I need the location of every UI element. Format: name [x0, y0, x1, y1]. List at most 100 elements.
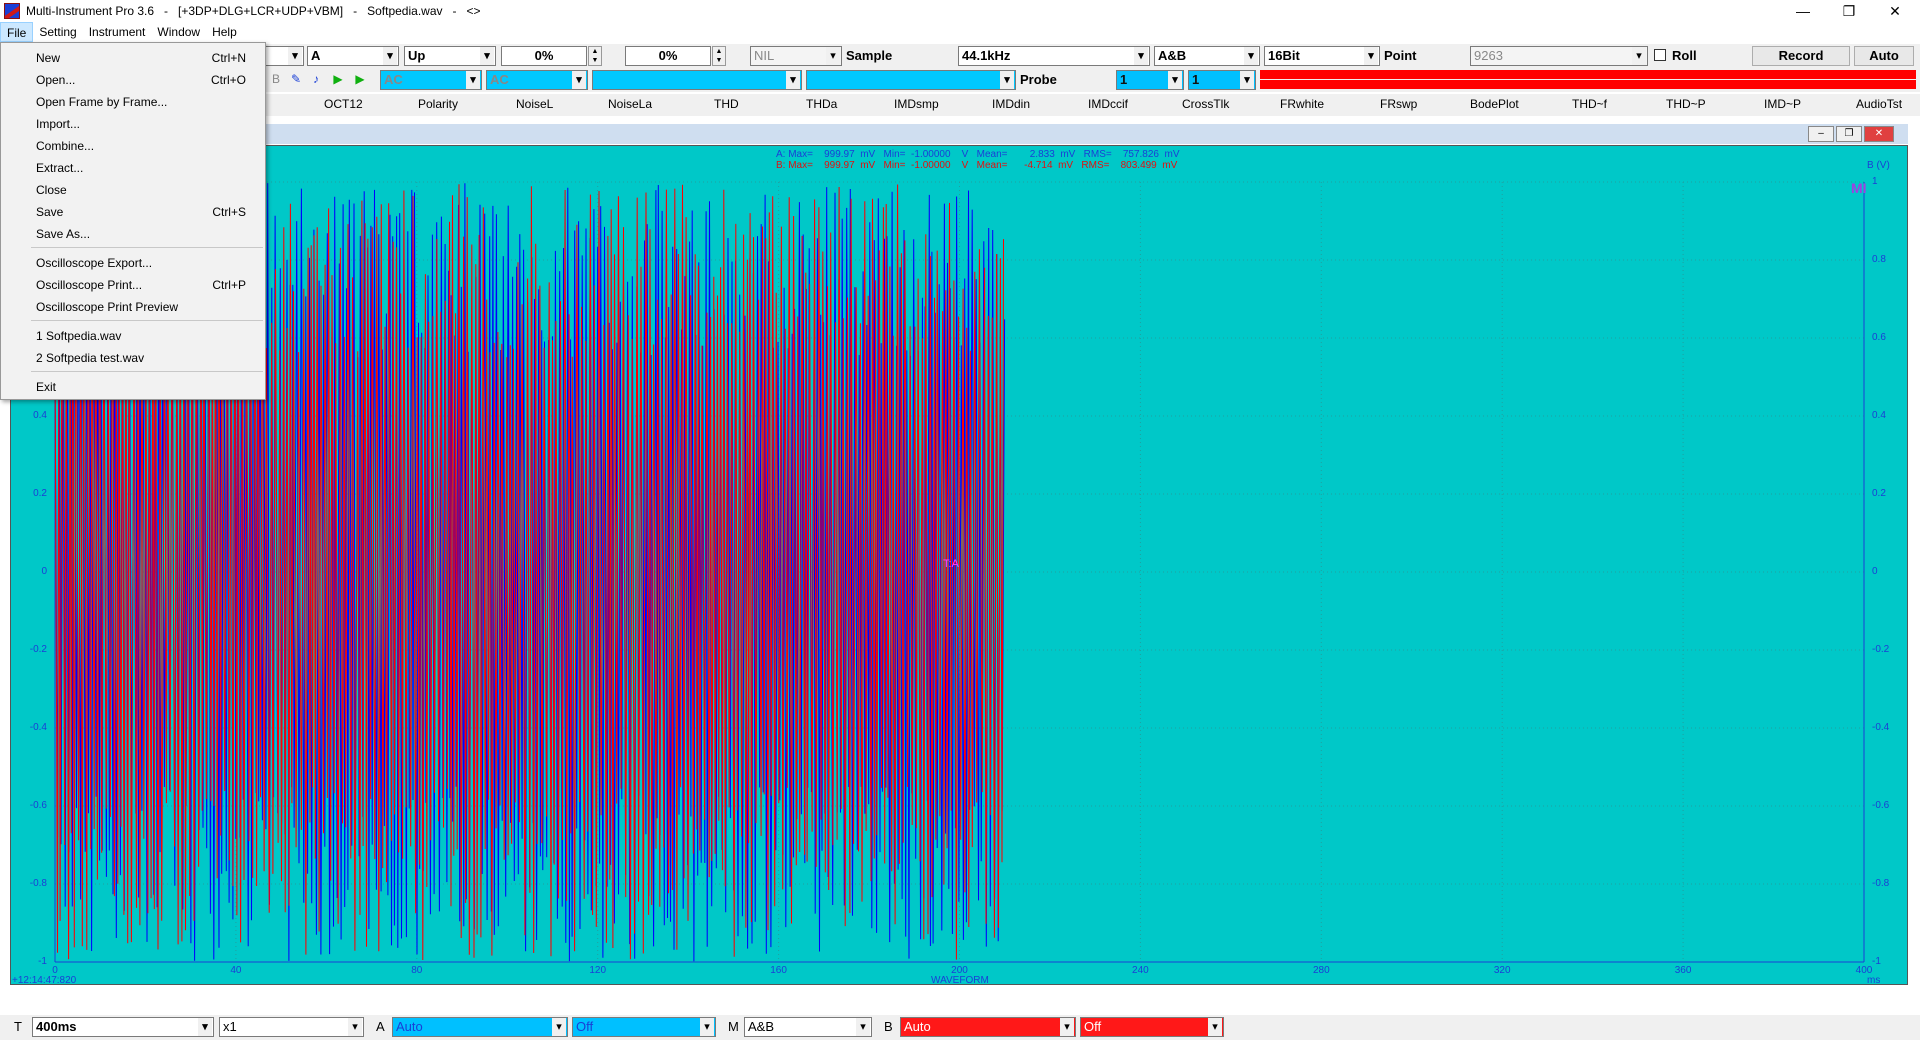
trigger-channel-select[interactable]: A	[307, 46, 399, 66]
right-tick-label: -0.4	[1872, 722, 1890, 733]
tab-imdccif[interactable]: IMDccif	[1088, 97, 1128, 111]
filter-b-select[interactable]	[806, 70, 1016, 90]
file-menu-item[interactable]: Import...	[2, 113, 264, 135]
menu-setting[interactable]: Setting	[33, 22, 82, 42]
file-menu-item[interactable]: Extract...	[2, 157, 264, 179]
a-offset-select[interactable]: Off	[572, 1017, 716, 1037]
x-tick-label: 80	[411, 965, 423, 976]
tab-imd-p[interactable]: IMD~P	[1764, 97, 1801, 111]
file-menu-item[interactable]: Close	[2, 179, 264, 201]
file-menu-item[interactable]: Oscilloscope Export...	[2, 252, 264, 274]
tab-thd-f[interactable]: THD~f	[1572, 97, 1607, 111]
tab-noisel[interactable]: NoiseL	[516, 97, 553, 111]
tab-crosstlk[interactable]: CrossTlk	[1182, 97, 1229, 111]
probe-b-select[interactable]: 1	[1188, 70, 1256, 90]
trigger-edge-select[interactable]: Up	[404, 46, 496, 66]
restore-button[interactable]: ❐	[1826, 0, 1872, 22]
timestamp: +12:14:47:820	[12, 975, 77, 985]
roll-checkbox[interactable]	[1654, 49, 1666, 61]
b-offset-select[interactable]: Off	[1080, 1017, 1224, 1037]
level-meter-a	[1260, 70, 1916, 79]
tab-thd[interactable]: THD	[714, 97, 739, 111]
mode-select[interactable]: A&B	[744, 1017, 872, 1037]
trigger-level-input[interactable]: 0%	[501, 46, 587, 66]
inner-close-button[interactable]: ✕	[1864, 126, 1894, 142]
x-tick-label: 320	[1493, 965, 1511, 976]
tab-polarity[interactable]: Polarity	[418, 97, 458, 111]
inner-restore-button[interactable]: ❐	[1836, 126, 1862, 142]
record-button[interactable]: Record	[1752, 46, 1850, 66]
nil-select[interactable]: NIL	[750, 46, 842, 66]
tab-audiotst[interactable]: AudioTst	[1856, 97, 1902, 111]
file-menu-item[interactable]: Combine...	[2, 135, 264, 157]
file-menu-item[interactable]: 2 Softpedia test.wav	[2, 347, 264, 369]
file-menu-item-label: Open...	[36, 73, 76, 87]
file-menu-item[interactable]: Oscilloscope Print Preview	[2, 296, 264, 318]
file-menu-item[interactable]: Oscilloscope Print... Ctrl+P	[2, 274, 264, 296]
menu-window[interactable]: Window	[151, 22, 206, 42]
filter-a-select[interactable]	[592, 70, 802, 90]
trigger-delay-input[interactable]: 0%	[625, 46, 711, 66]
minimize-button[interactable]: —	[1780, 0, 1826, 22]
sample-rate-select[interactable]: 44.1kHz	[958, 46, 1150, 66]
file-menu-item[interactable]: Exit	[2, 376, 264, 398]
trigger-level-spinner[interactable]: ▲ ▼	[588, 46, 602, 66]
x-unit-label: ms	[1867, 975, 1881, 985]
channel-a-stats: A: Max= 999.97 mV Min= -1.00000 V Mean= …	[776, 149, 1180, 160]
file-menu-item[interactable]: Save As...	[2, 223, 264, 245]
tab-thd-p[interactable]: THD~P	[1666, 97, 1706, 111]
time-base-select[interactable]: 400ms	[32, 1017, 214, 1037]
file-menu-item[interactable]: Save Ctrl+S	[2, 201, 264, 223]
tab-imddin[interactable]: IMDdin	[992, 97, 1030, 111]
file-menu-item[interactable]: New Ctrl+N	[2, 47, 264, 69]
sample-label: Sample	[846, 48, 893, 63]
roll-label: Roll	[1672, 48, 1697, 63]
b-range-select[interactable]: Auto	[900, 1017, 1076, 1037]
auto-button[interactable]: Auto	[1854, 46, 1914, 66]
toolbar-display: B ✎ ♪ ▶ ▶ AC AC Probe 1 1	[0, 68, 1920, 92]
x-tick-label: 160	[770, 965, 787, 976]
point-select[interactable]: 9263	[1470, 46, 1648, 66]
file-menu-item-label: 2 Softpedia test.wav	[36, 351, 145, 365]
a-label: A	[376, 1019, 385, 1034]
play-step-icon[interactable]: ▶	[352, 70, 368, 88]
x-axis-label: WAVEFORM	[931, 975, 989, 985]
tab-bodeplot[interactable]: BodePlot	[1470, 97, 1519, 111]
oscilloscope-display[interactable]: A: Max= 999.97 mV Min= -1.00000 V Mean= …	[10, 145, 1908, 985]
left-tick-label: -0.6	[29, 800, 47, 811]
tab-frswp[interactable]: FRswp	[1380, 97, 1417, 111]
b-label: B	[884, 1019, 893, 1034]
menu-file[interactable]: File	[0, 22, 34, 42]
file-menu-item-label: Import...	[36, 117, 81, 131]
file-menu-separator	[31, 247, 263, 248]
tab-noisela[interactable]: NoiseLa	[608, 97, 652, 111]
left-tick-label: -1	[38, 956, 47, 967]
ab-icon[interactable]: B	[268, 70, 284, 88]
menu-help[interactable]: Help	[206, 22, 243, 42]
inner-minimize-button[interactable]: –	[1808, 126, 1834, 142]
file-menu-item-label: Save As...	[36, 227, 91, 241]
menu-instrument[interactable]: Instrument	[83, 22, 152, 42]
channel-select[interactable]: A&B	[1154, 46, 1260, 66]
tab-frwhite[interactable]: FRwhite	[1280, 97, 1324, 111]
coupling-b-select[interactable]: AC	[486, 70, 588, 90]
right-tick-label: 0	[1872, 566, 1878, 577]
bottom-toolbar: T 400ms x1 A Auto Off M A&B B Auto Off	[0, 1015, 1920, 1040]
probe-a-select[interactable]: 1	[1116, 70, 1184, 90]
tab-oct12[interactable]: OCT12	[324, 97, 363, 111]
file-menu-item[interactable]: 1 Softpedia.wav	[2, 325, 264, 347]
zoom-select[interactable]: x1	[219, 1017, 364, 1037]
bit-depth-select[interactable]: 16Bit	[1264, 46, 1380, 66]
file-menu-item[interactable]: Open... Ctrl+O	[2, 69, 264, 91]
a-range-select[interactable]: Auto	[392, 1017, 568, 1037]
t-label: T	[14, 1019, 22, 1034]
tab-imdsmp[interactable]: IMDsmp	[894, 97, 939, 111]
close-button[interactable]: ✕	[1872, 0, 1918, 22]
speaker-icon[interactable]: ♪	[308, 70, 324, 88]
probe-tool-icon[interactable]: ✎	[288, 70, 304, 88]
file-menu-item[interactable]: Open Frame by Frame...	[2, 91, 264, 113]
coupling-a-select[interactable]: AC	[380, 70, 482, 90]
play-icon[interactable]: ▶	[330, 70, 346, 88]
trigger-delay-spinner[interactable]: ▲ ▼	[712, 46, 726, 66]
tab-thda[interactable]: THDa	[806, 97, 837, 111]
